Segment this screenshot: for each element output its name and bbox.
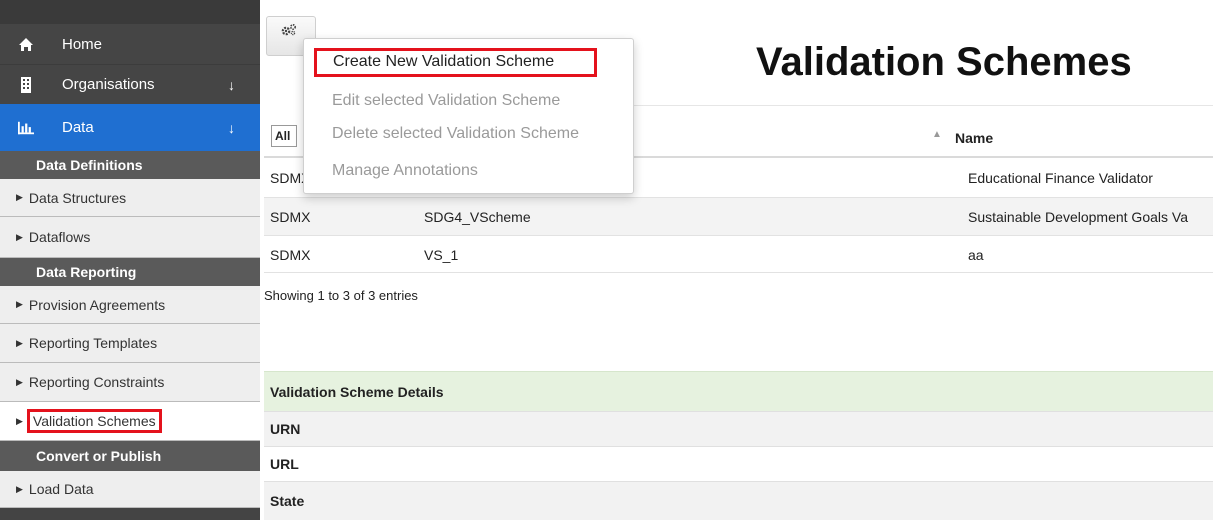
sidebar: Home Organisations ↓ Data ↓ Data Definit… (0, 0, 260, 520)
section-data-definitions: Data Definitions (0, 151, 260, 179)
cogs-icon (280, 23, 298, 40)
details-header: Validation Scheme Details (264, 371, 1213, 411)
cell-name: Sustainable Development Goals Va (968, 209, 1188, 225)
caret-right-icon: ▶ (16, 483, 23, 494)
nav-item-label: Home (62, 35, 103, 53)
nav-item-home[interactable]: Home (0, 24, 260, 64)
cell-agency: SDMX (270, 209, 311, 225)
home-icon (18, 36, 34, 52)
details-url-label: URL (264, 446, 1213, 481)
sidebar-item-label: Data Structures (28, 189, 127, 206)
nav-item-label: Organisations (62, 76, 155, 93)
caret-right-icon: ▶ (16, 299, 23, 309)
details-state-label: State (264, 481, 1213, 520)
sidebar-item-data-structures[interactable]: ▶ Data Structures (0, 179, 260, 217)
cell-name: Educational Finance Validator (968, 170, 1153, 186)
building-icon (18, 76, 34, 93)
sidebar-item-validation-schemes[interactable]: ▶ Validation Schemes (0, 402, 260, 441)
section-data-reporting: Data Reporting (0, 258, 260, 286)
sidebar-item-label: Validation Schemes (26, 409, 162, 433)
sidebar-item-label: Load Data (28, 481, 94, 497)
sidebar-item-reporting-templates[interactable]: ▶ Reporting Templates (0, 324, 260, 363)
cell-agency: SDMX (270, 247, 311, 263)
bar-chart-icon (18, 120, 34, 136)
caret-right-icon: ▶ (16, 415, 23, 426)
caret-right-icon: ▶ (16, 337, 23, 348)
nav-item-organisations[interactable]: Organisations ↓ (0, 64, 260, 104)
cell-name: aa (968, 247, 984, 263)
section-convert-or-publish: Convert or Publish (0, 441, 260, 471)
caret-right-icon: ▶ (16, 376, 23, 387)
caret-right-icon: ▶ (16, 231, 23, 242)
details-urn-label: URN (264, 411, 1213, 446)
column-header-name[interactable]: Name (955, 130, 993, 146)
sidebar-item-reporting-constraints[interactable]: ▶ Reporting Constraints (0, 363, 260, 402)
arrow-down-icon: ↓ (228, 119, 235, 136)
cell-id: SDG4_VScheme (424, 209, 531, 225)
actions-dropdown-menu: Create New Validation Scheme Edit select… (303, 38, 634, 194)
cell-id: VS_1 (424, 247, 459, 263)
sidebar-item-dataflows[interactable]: ▶ Dataflows (0, 217, 260, 258)
table-row[interactable]: SDMX SDG4_VScheme Sustainable Developmen… (264, 197, 1213, 235)
page-title: Validation Schemes (756, 40, 1132, 84)
menu-item-create-validation-scheme[interactable]: Create New Validation Scheme (314, 48, 597, 77)
menu-item-edit-validation-scheme[interactable]: Edit selected Validation Scheme (332, 92, 560, 110)
agency-filter-select[interactable]: All (271, 125, 297, 147)
nav-item-data[interactable]: Data ↓ (0, 104, 260, 151)
table-row[interactable]: SDMX VS_1 aa (264, 235, 1213, 273)
menu-item-delete-validation-scheme[interactable]: Delete selected Validation Scheme (332, 125, 579, 143)
sidebar-item-label: Reporting Templates (28, 335, 158, 351)
title-divider (565, 105, 1213, 106)
sort-ascending-icon[interactable]: ▲ (932, 129, 942, 140)
sidebar-item-label: Reporting Constraints (28, 374, 165, 390)
menu-item-manage-annotations[interactable]: Manage Annotations (332, 162, 478, 180)
table-entries-info: Showing 1 to 3 of 3 entries (264, 288, 418, 303)
sidebar-item-label: Dataflows (28, 229, 91, 245)
arrow-down-icon: ↓ (228, 76, 235, 93)
sidebar-item-provision-agreements[interactable]: ▶ Provision Agreements (0, 286, 260, 324)
sidebar-item-load-data[interactable]: ▶ Load Data (0, 471, 260, 508)
sidebar-item-label: Provision Agreements (28, 296, 166, 313)
nav-item-label: Data (62, 119, 94, 136)
caret-right-icon: ▶ (16, 192, 23, 202)
sidebar-top-bar (0, 0, 260, 24)
